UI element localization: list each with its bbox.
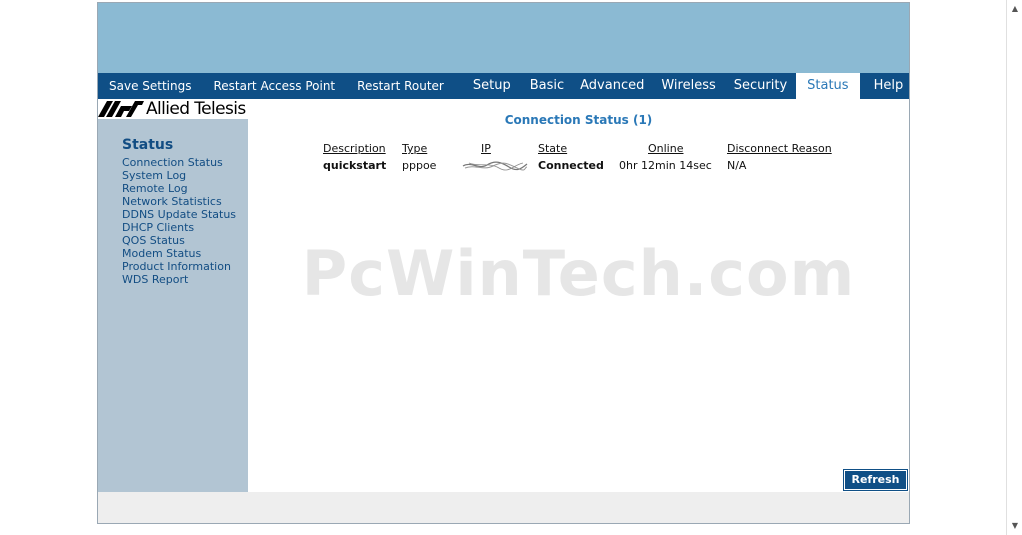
top-nav: Save Settings Restart Access Point Resta… <box>98 73 909 99</box>
allied-telesis-logo-mark <box>98 101 144 117</box>
logo-text: Allied Telesis <box>146 99 246 119</box>
col-header-type: Type <box>402 142 428 155</box>
sidebar-link-dhcp-clients[interactable]: DHCP Clients <box>122 221 236 234</box>
watermark: PcWinTech.com <box>301 237 856 310</box>
sidebar-link-qos-status[interactable]: QOS Status <box>122 234 236 247</box>
main-content: Connection Status (1) Description Type I… <box>248 99 909 492</box>
nav-help[interactable]: Help <box>860 73 918 99</box>
sidebar-link-connection-status[interactable]: Connection Status <box>122 156 236 169</box>
sidebar-links: Connection Status System Log Remote Log … <box>122 156 236 286</box>
nav-restart-router[interactable]: Restart Router <box>346 73 462 99</box>
nav-restart-access-point[interactable]: Restart Access Point <box>203 73 347 99</box>
nav-status[interactable]: Status <box>796 73 860 99</box>
cell-description: quickstart <box>323 159 387 172</box>
nav-advanced[interactable]: Advanced <box>572 73 652 99</box>
nav-wireless[interactable]: Wireless <box>652 73 724 99</box>
sidebar-link-ddns-update-status[interactable]: DDNS Update Status <box>122 208 236 221</box>
cell-type: pppoe <box>402 159 437 172</box>
sidebar-link-modem-status[interactable]: Modem Status <box>122 247 236 260</box>
col-header-online: Online <box>648 142 684 155</box>
vertical-scrollbar[interactable]: ▲ ▼ <box>1006 0 1022 535</box>
nav-setup[interactable]: Setup <box>462 73 522 99</box>
footer-bar <box>98 492 909 523</box>
nav-basic[interactable]: Basic <box>522 73 572 99</box>
cell-online: 0hr 12min 14sec <box>619 159 712 172</box>
sidebar: Status Connection Status System Log Remo… <box>98 119 248 492</box>
sidebar-link-product-information[interactable]: Product Information <box>122 260 236 273</box>
nav-security[interactable]: Security <box>725 73 796 99</box>
scroll-down-arrow-icon[interactable]: ▼ <box>1007 521 1022 530</box>
cell-disconnect-reason: N/A <box>727 159 747 172</box>
sidebar-link-network-statistics[interactable]: Network Statistics <box>122 195 236 208</box>
router-admin-frame: Save Settings Restart Access Point Resta… <box>97 2 910 524</box>
sidebar-link-remote-log[interactable]: Remote Log <box>122 182 236 195</box>
col-header-ip: IP <box>481 142 491 155</box>
page-title: Connection Status (1) <box>504 113 653 127</box>
col-header-disconnect-reason: Disconnect Reason <box>727 142 832 155</box>
scroll-up-arrow-icon[interactable]: ▲ <box>1007 4 1022 13</box>
col-header-state: State <box>538 142 568 155</box>
nav-save-settings[interactable]: Save Settings <box>98 73 203 99</box>
header-banner <box>98 3 909 73</box>
refresh-button[interactable]: Refresh <box>843 469 908 491</box>
sidebar-link-system-log[interactable]: System Log <box>122 169 236 182</box>
sidebar-link-wds-report[interactable]: WDS Report <box>122 273 236 286</box>
cell-state: Connected <box>538 159 604 172</box>
col-header-description: Description <box>323 142 386 155</box>
cell-ip-redacted-scribble <box>462 161 528 171</box>
allied-telesis-logo: Allied Telesis <box>98 99 248 119</box>
sidebar-title: Status <box>122 137 174 153</box>
